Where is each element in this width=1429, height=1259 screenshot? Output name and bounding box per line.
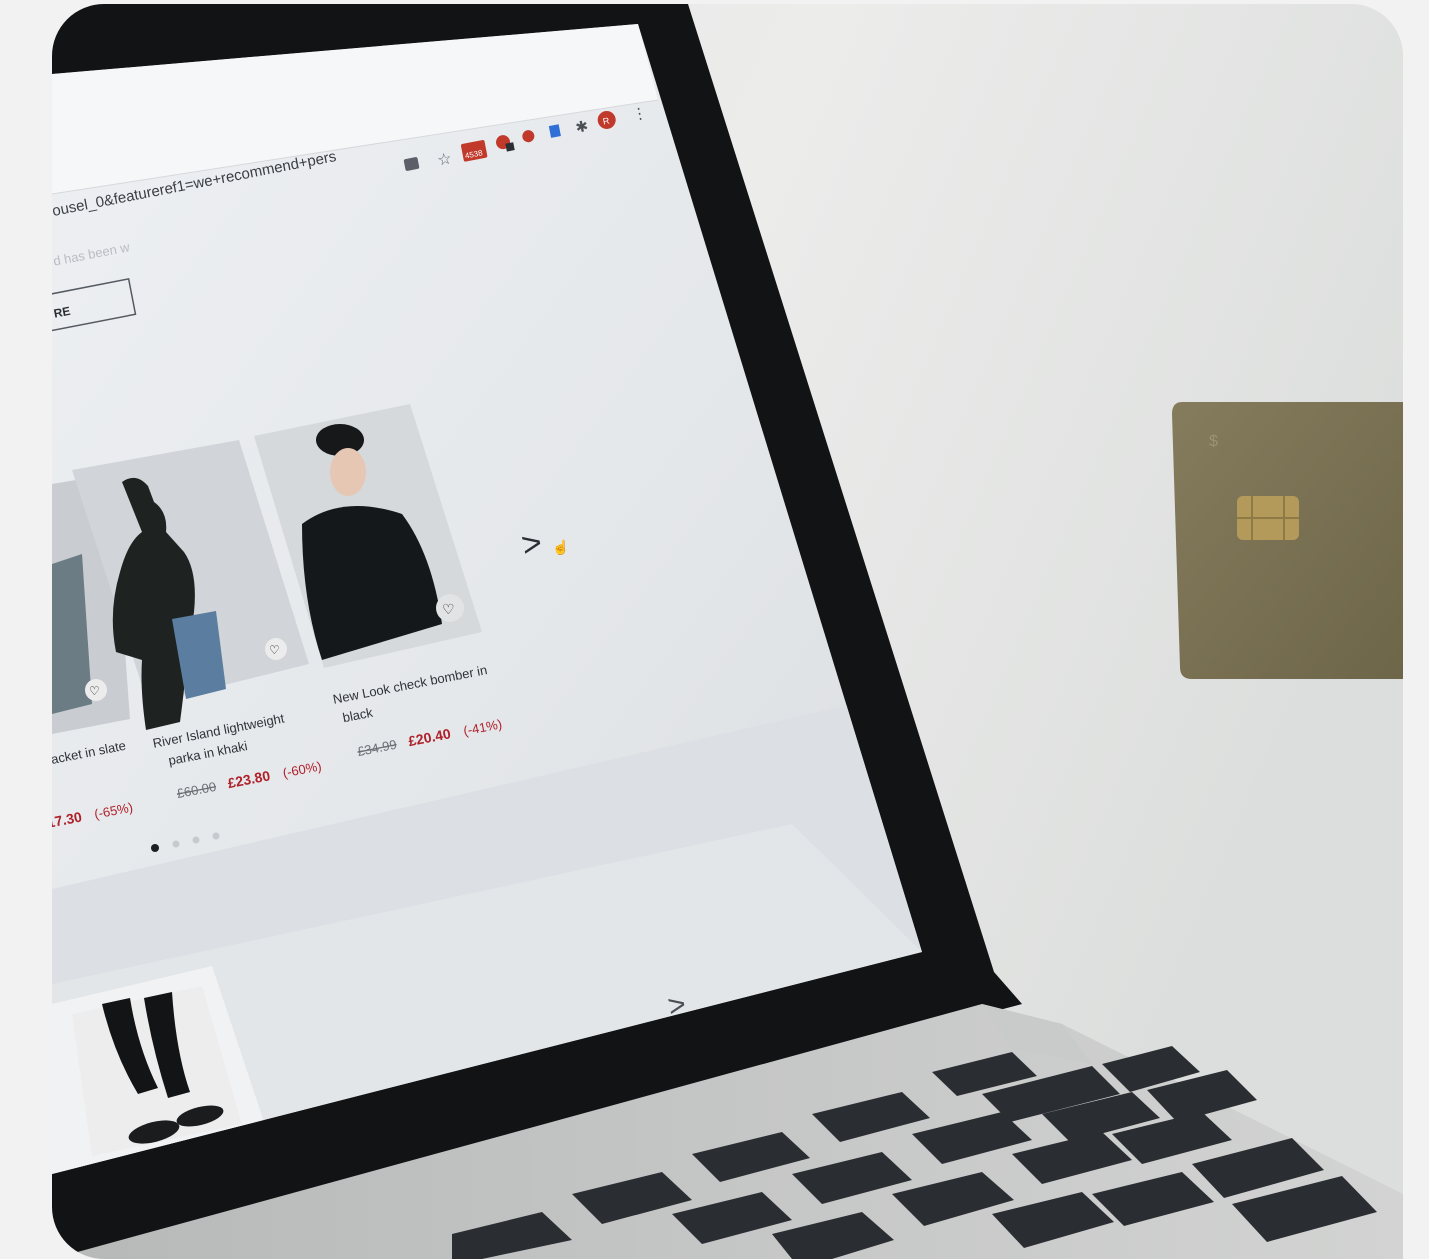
svg-text:♡: ♡ [89,684,100,698]
credit-card: $ [1172,402,1403,679]
carousel-dot[interactable] [212,832,220,840]
carousel-dot[interactable] [192,836,200,844]
photo: $ rousel_0&featureref1=we+recommend+pers… [52,4,1403,1259]
carousel-dot-active[interactable] [151,844,159,852]
more-menu-icon[interactable]: ⋮ [631,104,649,124]
svg-text:♡: ♡ [442,601,455,617]
photo-scene: $ rousel_0&featureref1=we+recommend+pers… [52,4,1403,1259]
svg-text:♡: ♡ [269,643,280,657]
carousel-dot[interactable] [172,840,180,848]
cursor-hand-icon: ☝ [552,538,569,556]
card-symbol: $ [1209,433,1218,450]
